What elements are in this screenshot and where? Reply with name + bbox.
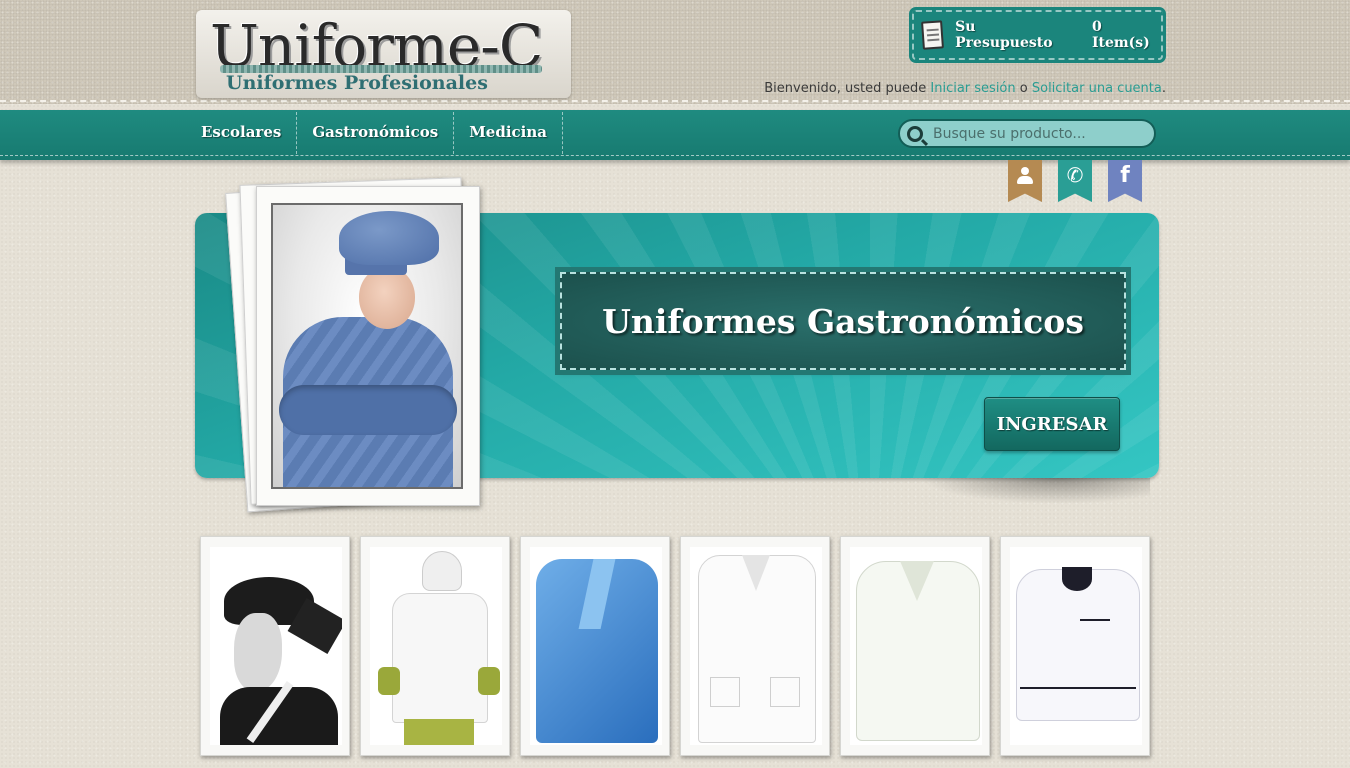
nav-stitch-line bbox=[0, 155, 1350, 156]
nav-item-medicina[interactable]: Medicina bbox=[454, 112, 563, 154]
product-image bbox=[370, 547, 502, 745]
chef-hat bbox=[339, 211, 439, 265]
product-card[interactable] bbox=[680, 536, 830, 756]
clipboard-icon bbox=[921, 20, 945, 50]
hero-title: Uniformes Gastronómicos bbox=[602, 301, 1084, 341]
chef-face bbox=[359, 267, 415, 329]
header-divider bbox=[0, 100, 1350, 102]
login-link[interactable]: Iniciar sesión bbox=[930, 81, 1015, 96]
account-ribbon[interactable] bbox=[1008, 160, 1042, 202]
welcome-message: Bienvenido, usted puede Iniciar sesión o… bbox=[764, 81, 1166, 96]
hero-title-box: Uniformes Gastronómicos bbox=[555, 267, 1131, 375]
facebook-ribbon[interactable]: f bbox=[1108, 160, 1142, 202]
nav-item-gastronomicos[interactable]: Gastronómicos bbox=[297, 112, 455, 154]
chef-crossed-arms bbox=[279, 385, 457, 435]
cart-label: Su Presupuesto bbox=[955, 19, 1053, 51]
register-link[interactable]: Solicitar una cuenta bbox=[1032, 81, 1162, 96]
cart-item-count: 0 Item(s) bbox=[1091, 19, 1150, 51]
product-image bbox=[850, 547, 982, 745]
budget-cart-button[interactable]: Su Presupuesto 0 Item(s) bbox=[909, 7, 1166, 63]
product-image bbox=[530, 547, 662, 745]
main-nav-bar: Escolares Gastronómicos Medicina bbox=[0, 110, 1350, 160]
ingresar-button[interactable]: INGRESAR bbox=[984, 397, 1120, 451]
phone-icon: ✆ bbox=[1066, 163, 1084, 187]
product-image bbox=[210, 547, 342, 745]
product-card[interactable] bbox=[520, 536, 670, 756]
welcome-text: Bienvenido, usted puede bbox=[764, 81, 931, 96]
user-icon bbox=[1016, 165, 1034, 185]
product-image bbox=[690, 547, 822, 745]
product-gallery bbox=[200, 536, 1150, 756]
search-box[interactable] bbox=[898, 119, 1156, 148]
search-input[interactable] bbox=[933, 125, 1143, 142]
product-card[interactable] bbox=[840, 536, 990, 756]
product-card[interactable] bbox=[1000, 536, 1150, 756]
product-image bbox=[1010, 547, 1142, 745]
product-card[interactable] bbox=[200, 536, 350, 756]
nav-item-escolares[interactable]: Escolares bbox=[195, 112, 298, 154]
logo-subtitle: Uniformes Profesionales bbox=[226, 72, 488, 94]
contact-ribbon[interactable]: ✆ bbox=[1058, 160, 1092, 202]
welcome-connector: o bbox=[1015, 81, 1032, 96]
chef-photo bbox=[271, 203, 463, 489]
main-menu: Escolares Gastronómicos Medicina bbox=[195, 112, 563, 154]
site-logo[interactable]: Uniforme-C Uniformes Profesionales bbox=[196, 10, 571, 98]
search-icon[interactable] bbox=[907, 125, 923, 142]
welcome-period: . bbox=[1161, 81, 1166, 96]
product-card[interactable] bbox=[360, 536, 510, 756]
facebook-icon: f bbox=[1120, 163, 1130, 188]
hero-shadow bbox=[920, 478, 1150, 504]
